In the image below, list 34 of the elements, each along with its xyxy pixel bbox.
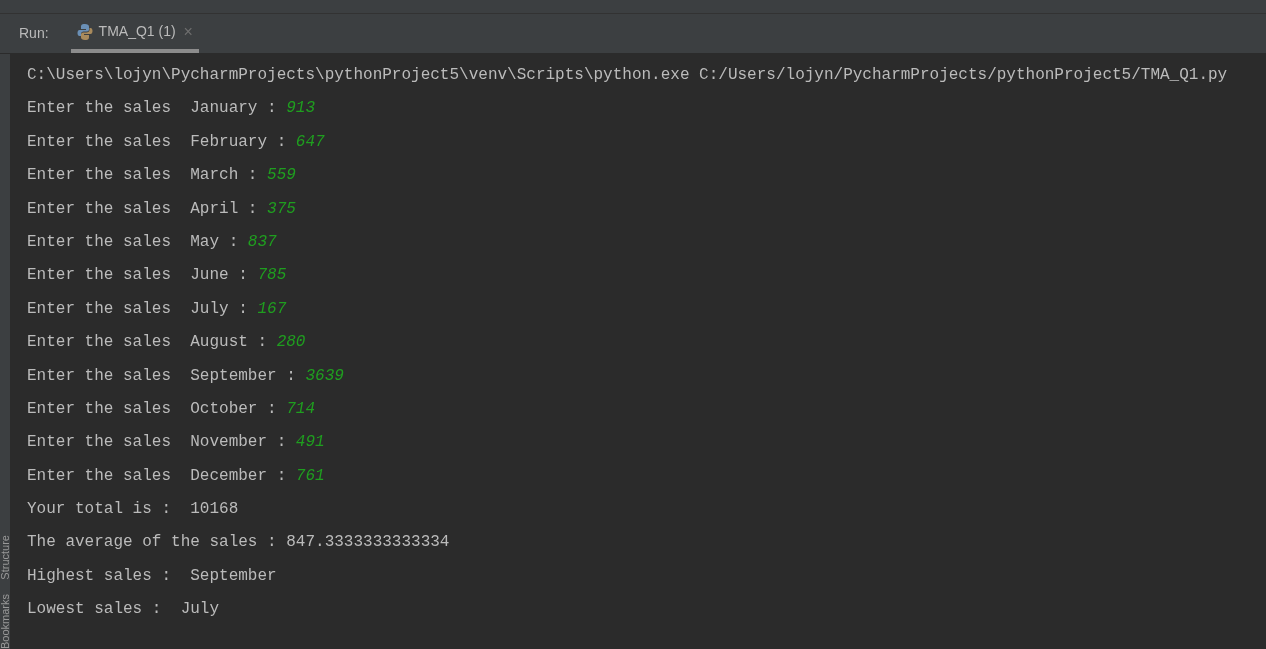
input-value: 714	[286, 398, 316, 420]
console-prompt: Enter the sales July :	[27, 298, 249, 320]
console-prompt: Enter the sales March :	[27, 165, 259, 187]
run-tab[interactable]: TMA_Q1 (1) ×	[70, 14, 199, 53]
input-value: 3639	[305, 365, 344, 387]
console-line: Highest sales : September	[27, 565, 278, 587]
console-line: C:\Users\lojyn\PycharmProjects\pythonProject5\venv\Scripts\python.exe C:/Users/lojyn/PycharmProjects/pythonProject5/TMA_Q1.py	[27, 65, 1229, 86]
console-prompt: Enter the sales January :	[27, 98, 278, 120]
input-value: 647	[295, 131, 325, 153]
input-value: 280	[276, 332, 306, 354]
input-value: 167	[257, 298, 287, 320]
console-line: Lowest sales : July	[27, 599, 221, 621]
run-label: Run:	[19, 24, 49, 43]
close-icon[interactable]: ×	[183, 19, 193, 44]
console-prompt: Enter the sales December :	[27, 465, 288, 487]
console-prompt: Enter the sales February :	[27, 131, 288, 153]
console-prompt: Enter the sales October :	[27, 398, 278, 420]
console-prompt: Enter the sales November :	[27, 432, 288, 454]
tab-label: TMA_Q1 (1)	[98, 22, 176, 41]
input-value: 761	[295, 465, 325, 487]
input-value: 375	[267, 198, 296, 220]
input-value: 913	[286, 98, 316, 120]
python-icon	[76, 22, 93, 41]
console-prompt: Enter the sales June :	[27, 265, 249, 287]
console-prompt: Enter the sales September :	[27, 365, 297, 387]
console-line: The average of the sales : 847.3333333333334	[27, 532, 451, 554]
console-prompt: Enter the sales May :	[27, 231, 240, 253]
input-value: 491	[295, 432, 325, 454]
console-prompt: Enter the sales April :	[27, 198, 259, 220]
input-value: 785	[257, 265, 287, 287]
input-value: 837	[247, 231, 277, 253]
console-line: Your total is : 10168	[27, 499, 240, 521]
input-value: 559	[267, 165, 296, 187]
console-prompt: Enter the sales August :	[27, 332, 269, 354]
